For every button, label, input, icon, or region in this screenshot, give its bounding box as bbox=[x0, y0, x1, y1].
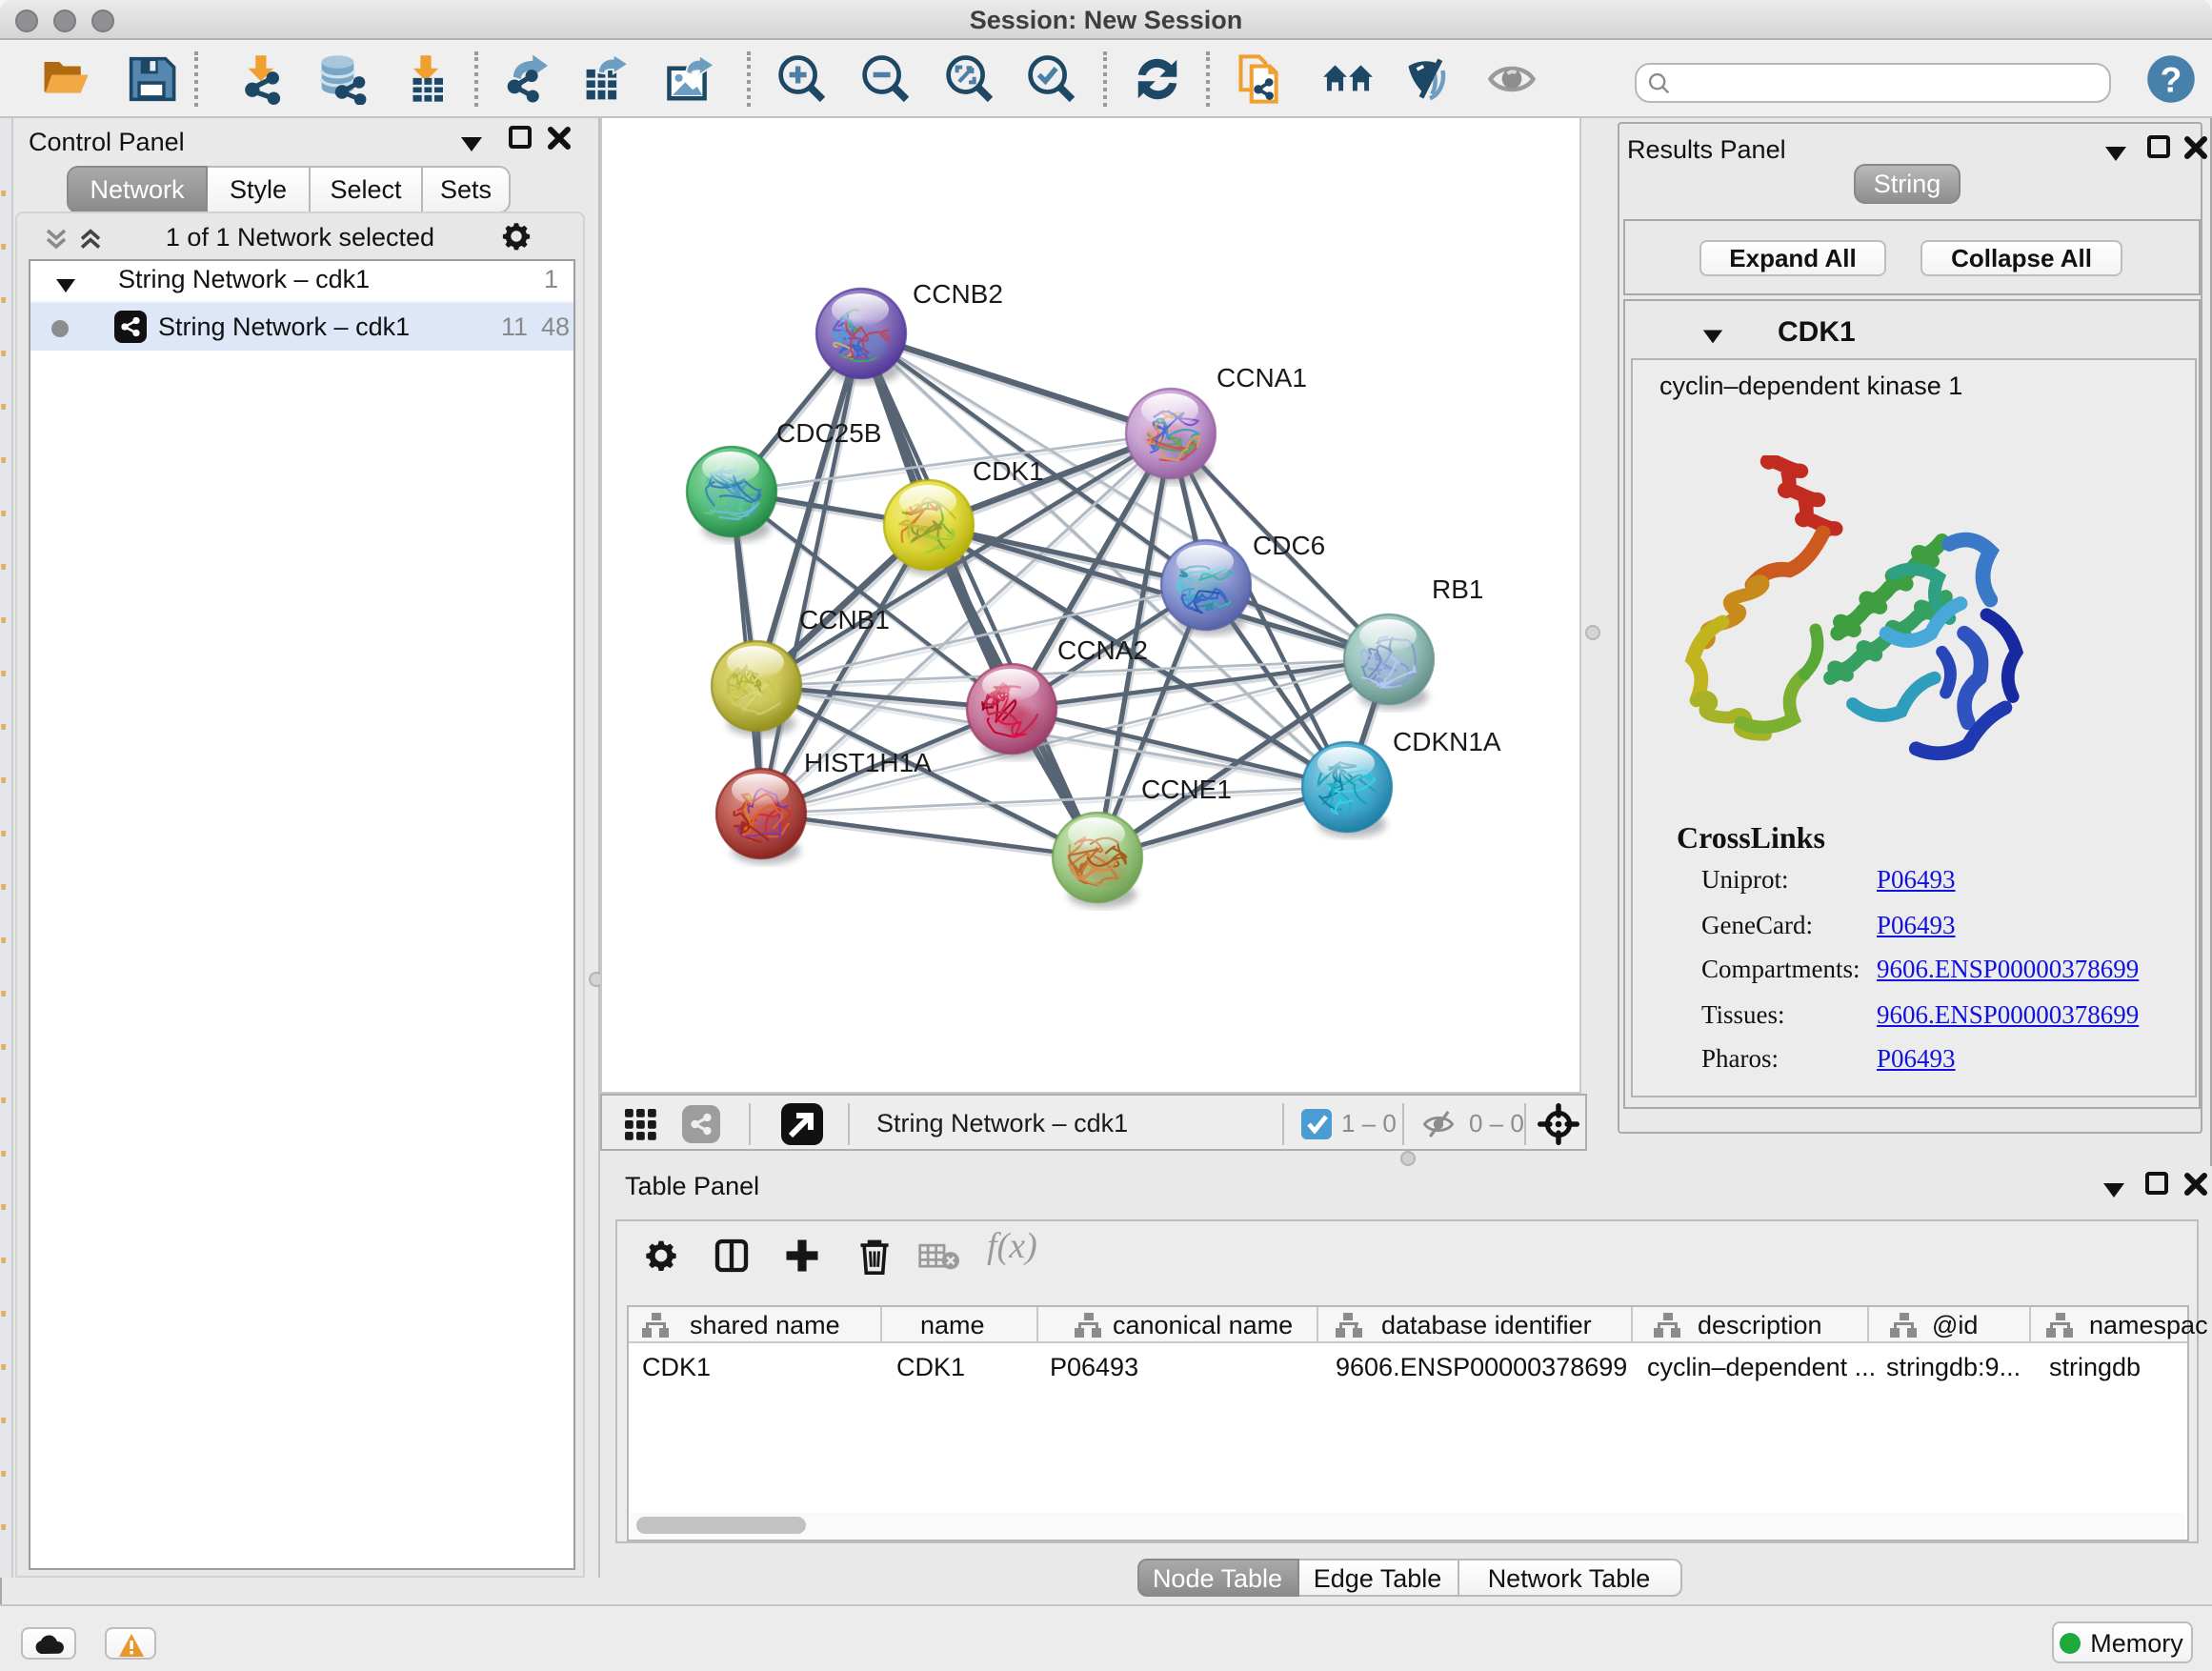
svg-text:RB1: RB1 bbox=[1432, 574, 1483, 604]
svg-text:CDKN1A: CDKN1A bbox=[1393, 727, 1501, 756]
svg-text:HIST1H1A: HIST1H1A bbox=[804, 748, 932, 777]
svg-text:CCNB1: CCNB1 bbox=[799, 605, 890, 634]
svg-text:CCNA2: CCNA2 bbox=[1057, 635, 1148, 665]
svg-text:CDK1: CDK1 bbox=[973, 456, 1044, 486]
svg-text:CCNE1: CCNE1 bbox=[1141, 775, 1232, 804]
svg-text:CCNA1: CCNA1 bbox=[1217, 363, 1307, 393]
svg-text:CCNB2: CCNB2 bbox=[913, 279, 1003, 309]
svg-text:CDC25B: CDC25B bbox=[776, 418, 881, 448]
svg-text:CDC6: CDC6 bbox=[1253, 531, 1325, 560]
svg-text:?: ? bbox=[2161, 60, 2182, 100]
